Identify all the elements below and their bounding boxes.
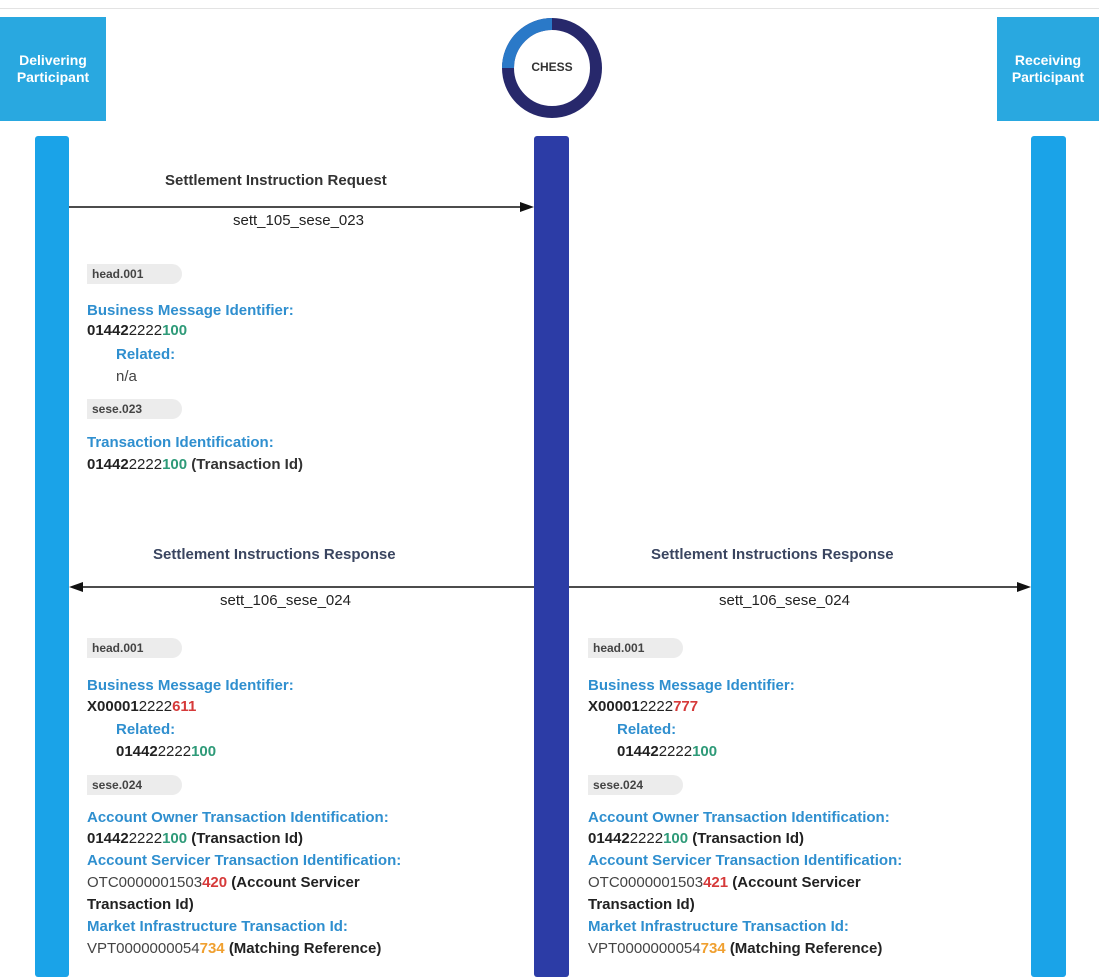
response-right-related-value: 014422222100 [617,743,718,760]
receiving-participant-line2: Participant [1011,69,1085,85]
response-left-aotx-label: Account Owner Transaction Identification… [87,809,389,826]
response-right-astx-note: Transaction Id) [588,896,695,913]
response-left-related-label: Related: [116,721,176,738]
request-related-value: n/a [116,368,137,385]
response-right-code: sett_106_sese_024 [719,592,850,609]
request-bmi-label: Business Message Identifier: [87,302,294,319]
response-left-mitx-value: VPT0000000054734 (Matching Reference) [87,940,382,957]
chess-lifeline [534,136,569,977]
delivering-lifeline [35,136,69,977]
response-right-aotx-label: Account Owner Transaction Identification… [588,809,890,826]
response-left-mitx-label: Market Infrastructure Transaction Id: [87,918,348,935]
response-right-mitx-value: VPT0000000054734 (Matching Reference) [588,940,883,957]
response-left-code: sett_106_sese_024 [220,592,351,609]
response-left-related-value: 014422222100 [116,743,217,760]
chess-label: CHESS [531,60,573,74]
request-body-tag: sese.023 [87,399,182,419]
request-title: Settlement Instruction Request [165,172,387,189]
delivering-participant-line1: Delivering [19,52,87,68]
response-left-aotx-value: 014422222100 (Transaction Id) [87,830,303,847]
receiving-participant-box: Receiving Participant [997,17,1099,121]
response-right-bmi-label: Business Message Identifier: [588,677,795,694]
request-head-tag: head.001 [87,264,182,284]
receiving-participant-line1: Receiving [1014,52,1082,68]
request-related-label: Related: [116,346,176,363]
response-left-bmi-value: X000012222611 [87,698,197,715]
response-right-body-tag: sese.024 [588,775,683,795]
delivering-participant-box: Delivering Participant [0,17,106,121]
request-tx-value: 014422222100 (Transaction Id) [87,456,303,473]
response-right-head-tag: head.001 [588,638,683,658]
response-right-astx-label: Account Servicer Transaction Identificat… [588,852,903,869]
response-left-astx-label: Account Servicer Transaction Identificat… [87,852,402,869]
request-bmi-value: 014422222100 [87,322,188,339]
receiving-lifeline [1031,136,1066,977]
response-right-astx-value: OTC0000001503421 (Account Servicer [588,874,861,891]
response-left-head-tag: head.001 [87,638,182,658]
response-right-related-label: Related: [617,721,677,738]
response-right-mitx-label: Market Infrastructure Transaction Id: [588,918,849,935]
response-left-title: Settlement Instructions Response [153,546,396,563]
response-left-astx-note: Transaction Id) [87,896,194,913]
delivering-participant-line2: Participant [16,69,90,85]
response-left-astx-value: OTC0000001503420 (Account Servicer [87,874,360,891]
response-right-bmi-value: X000012222777 [588,698,699,715]
response-right-title: Settlement Instructions Response [651,546,894,563]
top-divider [0,8,1099,9]
response-left-bmi-label: Business Message Identifier: [87,677,294,694]
response-right-aotx-value: 014422222100 (Transaction Id) [588,830,804,847]
request-code: sett_105_sese_023 [233,212,364,229]
request-tx-label: Transaction Identification: [87,434,274,451]
response-left-body-tag: sese.024 [87,775,182,795]
